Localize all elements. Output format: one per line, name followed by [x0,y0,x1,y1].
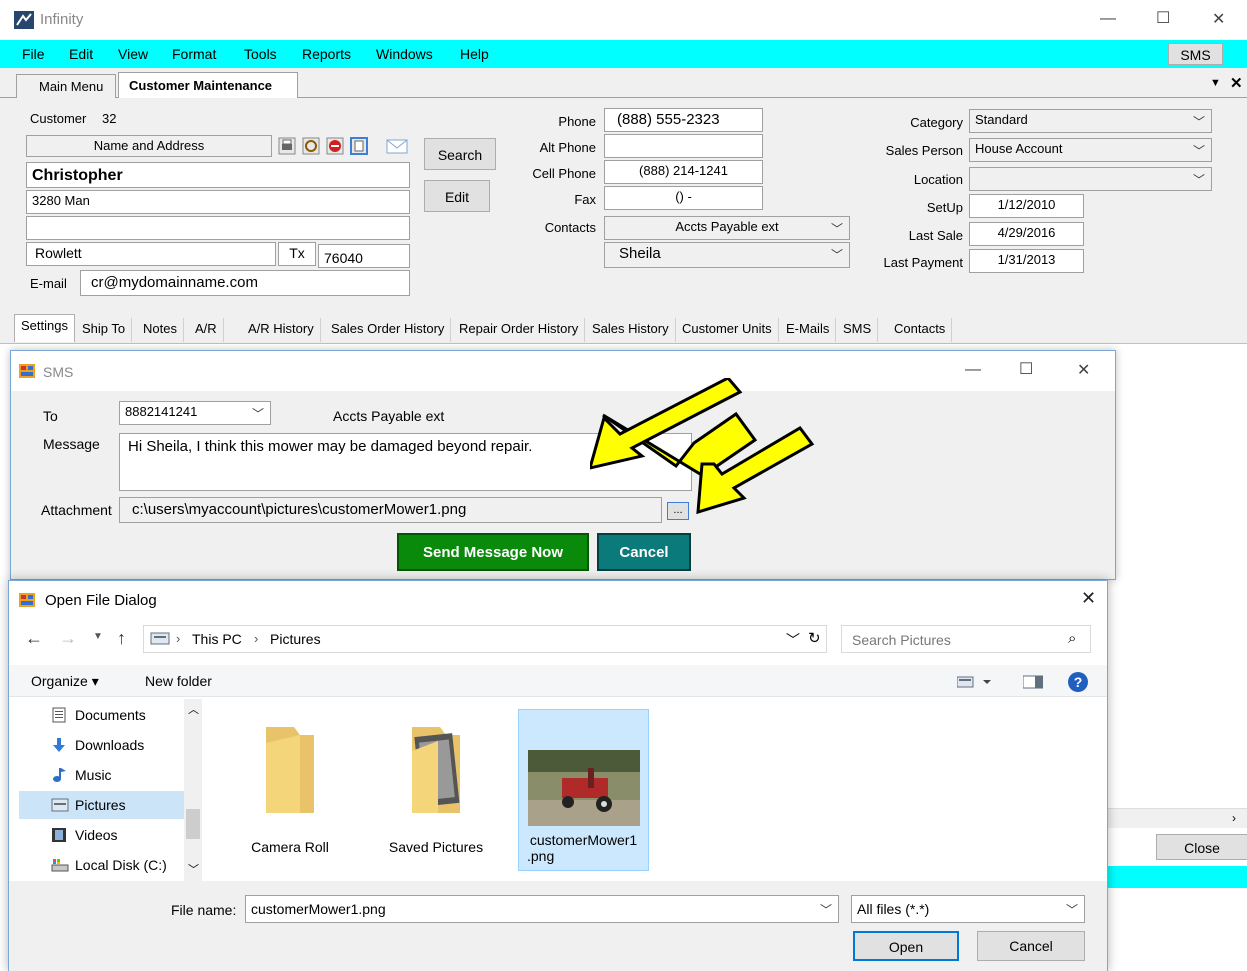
recent-chevron-icon[interactable]: ▼ [93,631,103,642]
nav-scrollbar[interactable]: ︿ ﹀ [184,699,202,881]
file-customer-mower-label-2: .png [527,848,555,864]
image-thumbnail [527,750,640,826]
scroll-down-icon[interactable]: ﹀ [188,861,199,877]
file-name-label: File name: [171,902,237,918]
refresh-icon[interactable]: ↻ [808,629,821,647]
music-icon [51,767,67,786]
local-disk-icon [51,857,69,876]
window-app-icon [19,593,35,610]
nav-documents-label: Documents [75,707,146,723]
nav-documents[interactable]: Documents [19,701,191,729]
breadcrumb-pictures[interactable]: Pictures [270,631,321,647]
scroll-thumb[interactable] [186,809,200,839]
file-customer-mower[interactable]: customerMower1 .png [518,709,649,871]
nav-local-disk-label: Local Disk (C:) [75,857,167,873]
search-input[interactable]: Search Pictures [852,632,951,648]
videos-icon [51,827,67,846]
downloads-icon [51,737,67,756]
chevron-down-icon: ﹀ [819,903,832,917]
nav-videos-label: Videos [75,827,118,843]
preview-pane-icon[interactable] [1022,675,1044,692]
file-saved-pictures[interactable]: Saved Pictures [381,711,491,861]
nav-pictures[interactable]: Pictures [19,791,191,819]
chevron-down-icon: ﹀ [1065,903,1078,917]
file-type-value: All files (*.*) [857,901,930,917]
address-dropdown-icon[interactable]: ﹀ [786,630,800,650]
breadcrumb-separator: › [254,631,259,646]
dialog-title: Open File Dialog [45,592,157,609]
up-icon[interactable]: ↑ [117,628,126,649]
open-file-dialog: Open File Dialog ✕ ← → ▼ ↑ › This PC › P… [8,580,1108,971]
search-icon: ⌕ [1068,630,1077,647]
breadcrumb-this-pc[interactable]: This PC [192,631,242,647]
svg-text:?: ? [1074,674,1083,690]
nav-music-label: Music [75,767,112,783]
view-options-icon[interactable] [956,675,993,692]
file-type-select[interactable]: All files (*.*) ﹀ [851,895,1085,923]
scroll-up-icon[interactable]: ︿ [188,701,199,717]
help-icon[interactable]: ? [1067,671,1089,696]
pc-icon [150,632,170,649]
breadcrumb-separator: › [176,631,181,646]
file-name-value: customerMower1.png [251,901,386,917]
open-button[interactable]: Open [853,931,959,961]
close-icon[interactable]: ✕ [1081,588,1096,609]
file-camera-roll-label: Camera Roll [251,839,329,855]
pictures-icon [51,797,69,816]
nav-pictures-label: Pictures [75,797,126,813]
nav-downloads-label: Downloads [75,737,145,753]
search-box[interactable]: Search Pictures ⌕ [841,625,1091,653]
nav-downloads[interactable]: Downloads [19,731,191,759]
back-icon[interactable]: ← [25,628,43,649]
nav-local-disk[interactable]: Local Disk (C:) [19,851,191,879]
nav-videos[interactable]: Videos [19,821,191,849]
arrow-browse-icon [696,426,815,515]
dialog-cancel-button[interactable]: Cancel [977,931,1085,961]
nav-music[interactable]: Music [19,761,191,789]
file-name-input[interactable]: customerMower1.png ﹀ [245,895,839,923]
address-bar[interactable]: › This PC › Pictures ﹀ ↻ [143,625,827,653]
documents-icon [51,707,67,726]
forward-icon[interactable]: → [59,628,77,649]
new-folder-button[interactable]: New folder [145,673,212,689]
file-camera-roll[interactable]: Camera Roll [235,711,345,861]
file-customer-mower-label-1: customerMower1 [529,832,638,848]
folder-icon [266,727,314,813]
folder-icon [412,727,460,813]
file-saved-pictures-label: Saved Pictures [388,839,484,855]
organize-button[interactable]: Organize ▾ [31,673,99,690]
